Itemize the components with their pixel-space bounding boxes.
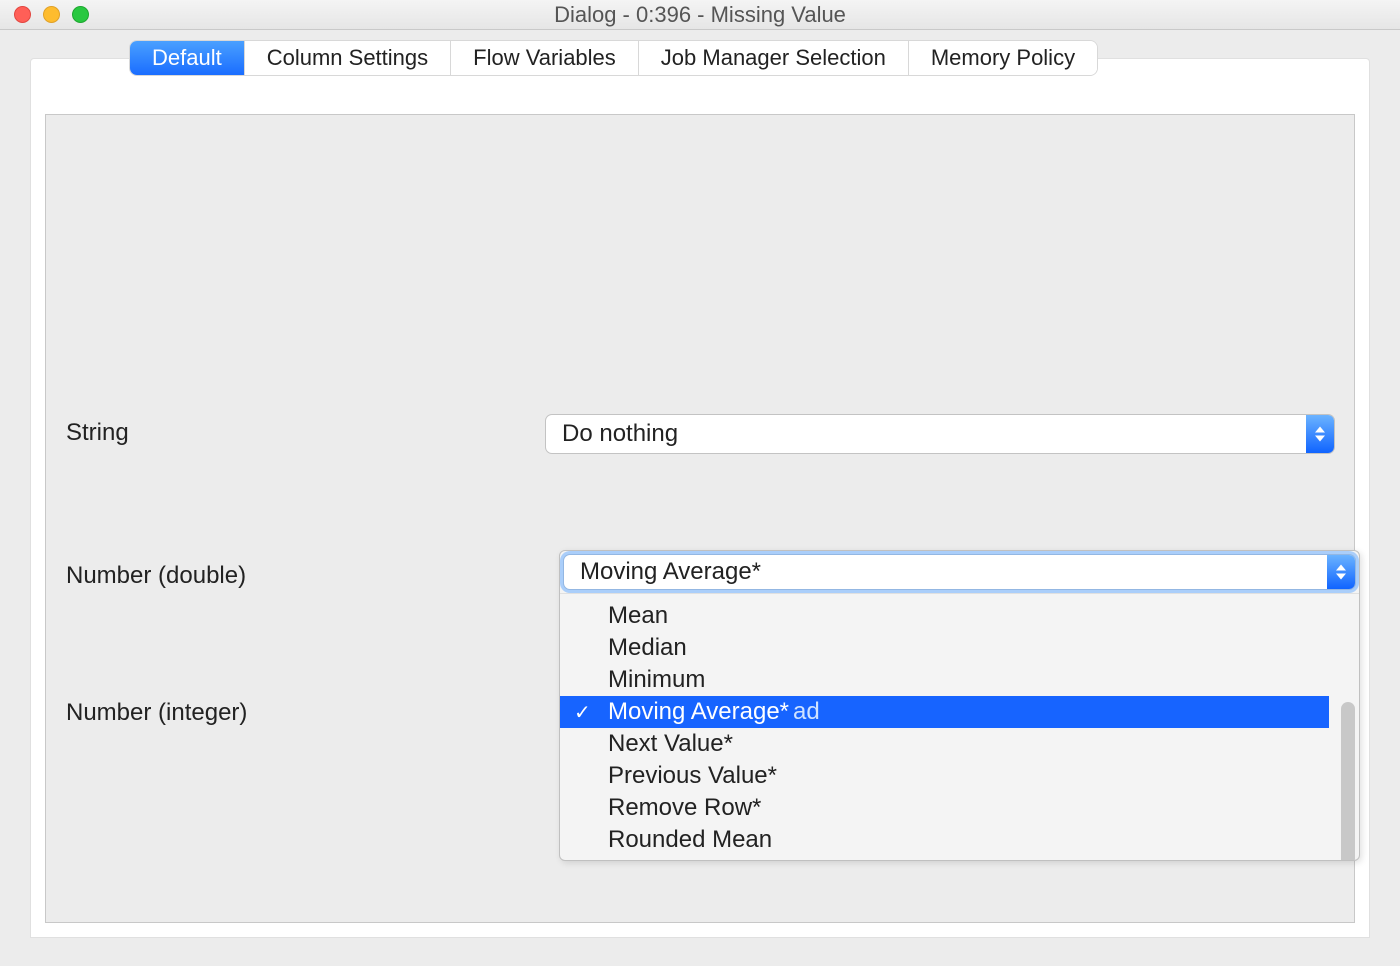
window-content: Default Column Settings Flow Variables J… (0, 30, 1400, 966)
dropdown-scrollbar[interactable] (1341, 702, 1355, 861)
chevron-updown-icon (1306, 415, 1334, 453)
tab-column-settings[interactable]: Column Settings (245, 41, 451, 75)
tab-memory-policy[interactable]: Memory Policy (909, 41, 1097, 75)
close-window-button[interactable] (14, 6, 31, 23)
ghost-text-ad: ad (793, 698, 820, 725)
dropdown-item-moving-average[interactable]: ✓Moving Average*ad (560, 696, 1329, 728)
chevron-updown-icon (1327, 555, 1355, 589)
tab-flow-variables[interactable]: Flow Variables (451, 41, 639, 75)
dropdown-popup: Moving Average* ✓Mean ✓Median ✓Minimum ✓… (559, 550, 1360, 861)
dropdown-item-remove-row[interactable]: ✓Remove Row* (560, 792, 1359, 824)
tab-default[interactable]: Default (130, 41, 245, 75)
dropdown-item-next-value[interactable]: ✓Next Value* (560, 728, 1359, 760)
dropdown-item-previous-value[interactable]: ✓Previous Value* (560, 760, 1359, 792)
select-double-value: Moving Average* (564, 558, 761, 586)
tab-job-manager-selection[interactable]: Job Manager Selection (639, 41, 909, 75)
dropdown-item-median[interactable]: ✓Median (560, 632, 1359, 664)
select-double[interactable]: Moving Average* (560, 555, 1359, 594)
title-bar: Dialog - 0:396 - Missing Value (0, 0, 1400, 30)
maximize-window-button[interactable] (72, 6, 89, 23)
dropdown-item-mean[interactable]: ✓Mean (560, 600, 1359, 632)
select-string[interactable]: Do nothing (546, 415, 1334, 453)
row-string: String Do nothing (66, 415, 1334, 453)
label-integer: Number (integer) (66, 695, 546, 727)
minimize-window-button[interactable] (43, 6, 60, 23)
tab-bar: Default Column Settings Flow Variables J… (130, 41, 1097, 75)
dropdown-item-minimum[interactable]: ✓Minimum (560, 664, 1359, 696)
dropdown-menu: ✓Mean ✓Median ✓Minimum ✓Moving Average*a… (560, 594, 1359, 860)
window-title: Dialog - 0:396 - Missing Value (0, 2, 1400, 28)
dropdown-item-rounded-mean[interactable]: ✓Rounded Mean (560, 824, 1359, 856)
label-double: Number (double) (66, 558, 546, 590)
label-string: String (66, 415, 546, 447)
select-string-value: Do nothing (546, 420, 678, 448)
window-controls (14, 6, 89, 23)
